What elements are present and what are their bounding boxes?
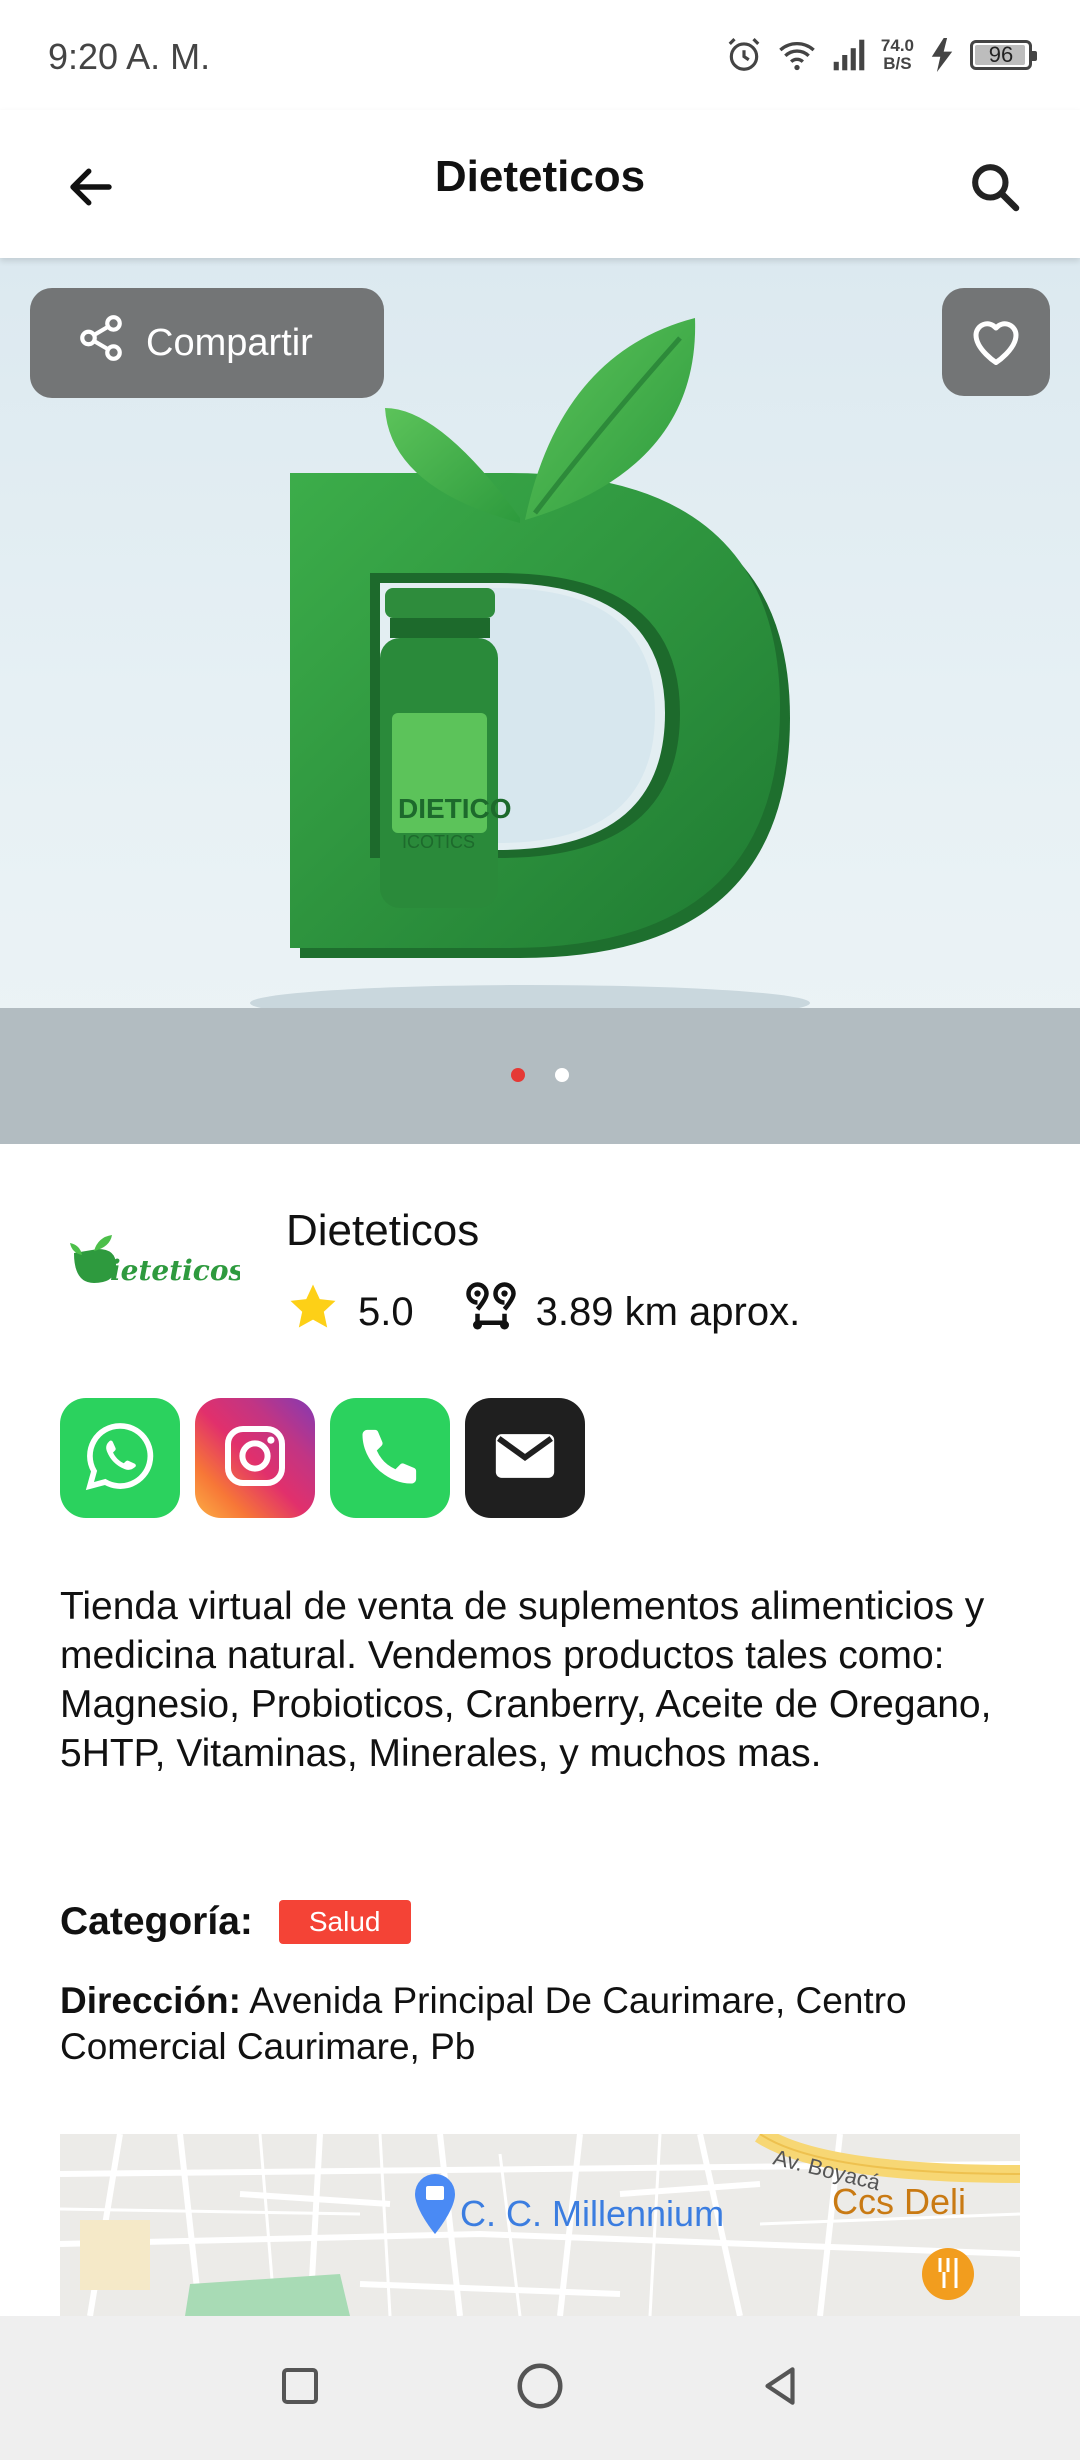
- mail-icon: [490, 1421, 560, 1496]
- share-icon: [76, 313, 126, 373]
- phone-button[interactable]: [330, 1398, 450, 1518]
- network-speed-unit: B/S: [883, 54, 912, 73]
- favorite-button[interactable]: [942, 288, 1050, 396]
- route-icon: [464, 1280, 518, 1344]
- address-label: Dirección:: [60, 1980, 241, 2021]
- search-icon: [967, 159, 1023, 220]
- app-bar: Dieteticos: [0, 110, 1080, 258]
- share-label: Compartir: [146, 321, 313, 364]
- business-logo: ieteticos: [60, 1210, 240, 1320]
- map-label-millennium: C. C. Millennium: [460, 2193, 724, 2234]
- contact-buttons: [60, 1398, 585, 1518]
- system-nav-bar: [0, 2316, 1080, 2460]
- share-button[interactable]: Compartir: [30, 288, 384, 398]
- back-nav-button[interactable]: [750, 2358, 810, 2418]
- map-tiles: Av. Boyacá C. C. Millennium Ccs Deli: [60, 2134, 1020, 2316]
- status-time: 9:20 A. M.: [48, 36, 211, 77]
- square-icon: [276, 2362, 324, 2415]
- category-row: Categoría: Salud: [60, 1900, 411, 1944]
- status-bar: 9:20 A. M. 74.0 B/S 96: [0, 0, 1080, 110]
- phone-icon: [357, 1423, 423, 1494]
- whatsapp-button[interactable]: [60, 1398, 180, 1518]
- carousel-dot[interactable]: [555, 1068, 569, 1082]
- network-speed-value: 74.0: [880, 36, 914, 55]
- logo-image: ieteticos: [70, 1235, 240, 1287]
- network-speed: 74.0 B/S: [881, 37, 914, 73]
- search-button[interactable]: [960, 154, 1030, 224]
- heart-outline-icon: [966, 312, 1026, 373]
- star-icon: [286, 1280, 340, 1344]
- address: Dirección: Avenida Principal De Caurimar…: [60, 1978, 1040, 2070]
- wifi-icon: [777, 37, 817, 73]
- map-label-deli: Ccs Deli: [832, 2181, 966, 2222]
- logo-text: ieteticos: [110, 1254, 240, 1287]
- image-carousel[interactable]: DIETICO ICOTICS Compartir: [0, 258, 1080, 1144]
- business-description: Tienda virtual de venta de suplementos a…: [60, 1585, 992, 1775]
- battery-indicator: 96: [970, 40, 1037, 70]
- category-badge[interactable]: Salud: [278, 1900, 411, 1944]
- battery-level: 96: [988, 42, 1014, 67]
- carousel-indicator: [0, 1068, 1080, 1082]
- whatsapp-icon: [82, 1418, 158, 1499]
- category-label: Categoría:: [60, 1900, 253, 1943]
- rating-value: 5.0: [358, 1289, 414, 1334]
- distance-value: 3.89 km aprox.: [535, 1289, 801, 1334]
- page-title: Dieteticos: [434, 152, 646, 201]
- business-name: Dieteticos: [286, 1206, 480, 1255]
- recents-button[interactable]: [270, 2358, 330, 2418]
- instagram-button[interactable]: [195, 1398, 315, 1518]
- instagram-icon: [219, 1420, 291, 1497]
- home-button[interactable]: [510, 2358, 570, 2418]
- bottle-sublabel: ICOTICS: [402, 832, 475, 852]
- signal-icon: [831, 38, 867, 72]
- email-button[interactable]: [465, 1398, 585, 1518]
- status-icons: 74.0 B/S 96: [725, 30, 1037, 80]
- alarm-icon: [725, 36, 763, 74]
- charging-icon: [928, 38, 956, 72]
- carousel-dot-active[interactable]: [511, 1068, 525, 1082]
- rating-distance-row: 5.0 3.89 km aprox.: [286, 1282, 800, 1342]
- circle-icon: [513, 2359, 567, 2418]
- location-map[interactable]: Av. Boyacá C. C. Millennium Ccs Deli: [60, 2134, 1020, 2316]
- bottle-label: DIETICO: [398, 793, 512, 824]
- triangle-back-icon: [755, 2361, 805, 2416]
